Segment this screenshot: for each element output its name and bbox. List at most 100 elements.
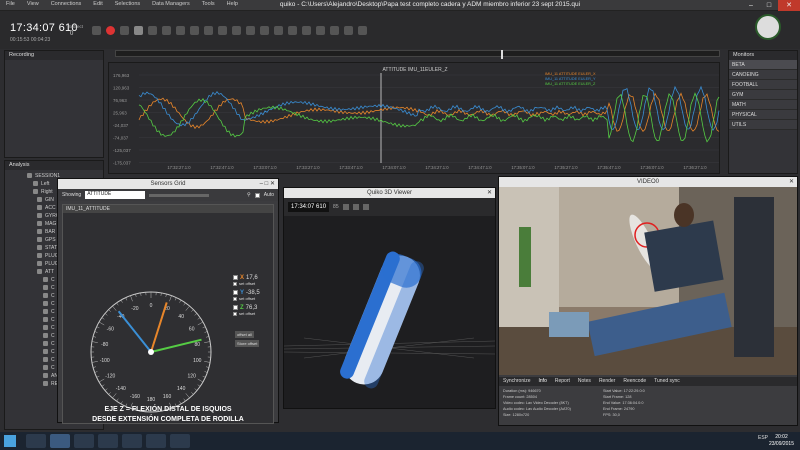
close-icon[interactable]: ✕ [778, 0, 800, 11]
acrobat-icon[interactable] [146, 434, 166, 448]
dial-tick [108, 392, 111, 395]
dial-tick [120, 299, 123, 303]
marker-icon[interactable] [204, 26, 213, 35]
menu-view[interactable]: View [21, 1, 45, 7]
monitor-item-football[interactable]: FOOTBALL [729, 80, 797, 90]
tree-node-icon [43, 333, 48, 339]
tree-node-icon [43, 365, 48, 371]
tree-item-label: C [51, 325, 55, 331]
axis-checkbox[interactable] [233, 305, 238, 311]
search-icon[interactable]: ⚲ [247, 192, 251, 198]
monitor-item-physical[interactable]: PHYSICAL [729, 110, 797, 120]
axis-checkbox[interactable] [233, 275, 238, 280]
filter-icon[interactable] [316, 26, 325, 35]
tree-node-icon [43, 301, 48, 307]
menu-file[interactable]: File [0, 1, 21, 7]
export-icon[interactable] [344, 26, 353, 35]
next-icon[interactable] [148, 26, 157, 35]
grid-icon[interactable] [288, 26, 297, 35]
save-icon[interactable] [190, 26, 199, 35]
seek-cursor[interactable] [501, 50, 503, 59]
menu-data-managers[interactable]: Data Managers [146, 1, 196, 7]
video-close-icon[interactable]: ✕ [789, 177, 794, 187]
record-icon[interactable] [106, 26, 115, 35]
menu-edit[interactable]: Edit [87, 1, 108, 7]
window-title: quiko - C:\Users\Alejandro\Desktop\Papa … [279, 1, 581, 8]
viewer-reset-icon[interactable] [352, 204, 359, 210]
zoom-out-icon[interactable] [274, 26, 283, 35]
photoshop-icon[interactable] [98, 434, 118, 448]
layout-icon[interactable] [302, 26, 311, 35]
minimize-icon[interactable]: – [742, 0, 760, 11]
tree-node-icon [43, 325, 48, 331]
axis-checkbox[interactable] [233, 290, 238, 296]
last-frame-icon[interactable] [162, 26, 171, 35]
menu-connections[interactable]: Connections [45, 1, 88, 7]
dial-label: -100 [100, 358, 110, 364]
monitor-item-gym[interactable]: GYM [729, 90, 797, 100]
tree-node-icon [43, 381, 48, 387]
tree-item-label: Left [41, 181, 50, 187]
tree-node-icon [37, 197, 42, 203]
play-icon[interactable] [134, 26, 143, 35]
offset-checkbox[interactable] [233, 282, 237, 287]
tab-tuned-sync[interactable]: Tuned sync [654, 378, 680, 385]
tab-report[interactable]: Report [555, 378, 570, 385]
settings-icon[interactable] [246, 26, 255, 35]
offset-checkbox[interactable] [233, 312, 237, 317]
first-frame-icon[interactable] [92, 26, 101, 35]
maximize-icon[interactable]: □ [760, 0, 778, 11]
excel-icon[interactable] [170, 434, 190, 448]
dial-tick [116, 302, 119, 306]
grid-slider[interactable] [149, 193, 210, 197]
video-info-row: FPS: 30,0 [603, 413, 620, 417]
y-tick-label: -175,037 [113, 161, 131, 166]
prev-icon[interactable] [120, 26, 129, 35]
tab-synchronize[interactable]: Synchronize [503, 378, 531, 385]
loop-icon[interactable] [176, 26, 185, 35]
zoom-in-icon[interactable] [260, 26, 269, 35]
x-tick-label: 17:35:27.1:0 [554, 165, 578, 170]
sync-icon[interactable] [232, 26, 241, 35]
windows-start-icon[interactable] [4, 435, 16, 447]
menu-selections[interactable]: Selections [109, 1, 146, 7]
dial-tick [112, 305, 117, 311]
tab-reencode[interactable]: Reencode [623, 378, 646, 385]
viewer-close-icon[interactable]: ✕ [487, 188, 492, 198]
onenote-icon[interactable] [122, 434, 142, 448]
quiko-app-icon[interactable] [50, 434, 70, 448]
showing-select[interactable]: ATTITUDE [85, 191, 146, 199]
tree-item-label: GIN [45, 197, 54, 203]
chart-icon[interactable] [330, 26, 339, 35]
monitor-item-beta[interactable]: BETA [729, 60, 797, 70]
tree-node-icon [43, 309, 48, 315]
sensors-grid-close-icon[interactable]: – □ ✕ [260, 179, 275, 189]
file-explorer-icon[interactable] [26, 434, 46, 448]
axis-readout-z: Z 76,3 set offset [233, 305, 273, 316]
tab-info[interactable]: Info [539, 378, 547, 385]
tray-clock[interactable]: 20:02 23/09/2015 [769, 434, 794, 448]
timeline-seekbar[interactable] [115, 50, 720, 59]
language-indicator[interactable]: ESP [758, 435, 768, 441]
store-offset-button[interactable]: Store offset [235, 340, 260, 347]
viewer-grid-icon[interactable] [362, 204, 369, 210]
title-bar: File View Connections Edit Selections Da… [0, 0, 800, 11]
caption: EJE Z = FLEXIÓN DISTAL DE ISQUIOS DESDE … [63, 405, 273, 425]
auto-checkbox[interactable] [254, 192, 260, 198]
tab-render[interactable]: Render [599, 378, 615, 385]
monitor-item-math[interactable]: MATH [729, 100, 797, 110]
help-icon[interactable] [358, 26, 367, 35]
tree-node-icon [43, 277, 48, 283]
dial-tick [185, 305, 190, 311]
chrome-icon[interactable] [74, 434, 94, 448]
monitor-item-canoeing[interactable]: CANOEING [729, 70, 797, 80]
set-offset-label: set offset [239, 311, 256, 317]
offset-checkbox[interactable] [233, 297, 237, 302]
camera-icon[interactable] [218, 26, 227, 35]
tab-notes[interactable]: Notes [578, 378, 591, 385]
menu-tools[interactable]: Tools [196, 1, 221, 7]
tree-node-icon [37, 253, 42, 259]
monitor-item-utils[interactable]: UTILS [729, 120, 797, 130]
offset-all-button[interactable]: offset all [235, 331, 254, 338]
viewer-camera-icon[interactable] [342, 204, 349, 210]
